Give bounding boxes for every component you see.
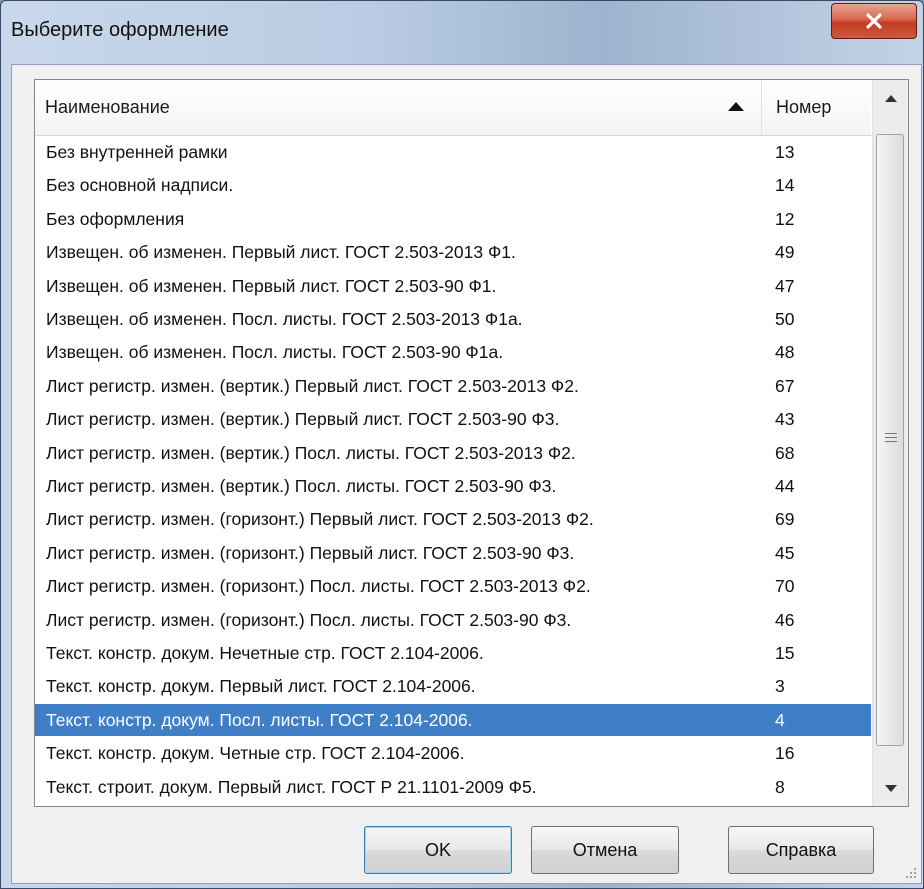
list-item-number: 46 xyxy=(775,609,795,630)
list-item[interactable]: Лист регистр. измен. (вертик.) Посл. лис… xyxy=(35,470,871,502)
list-item[interactable]: Лист регистр. измен. (горизонт.) Посл. л… xyxy=(35,604,871,636)
title-bar[interactable]: Выберите оформление xyxy=(1,1,923,65)
list-item-name: Извещен. об изменен. Первый лист. ГОСТ 2… xyxy=(46,242,516,263)
list-item[interactable]: Текст. констр. докум. Нечетные стр. ГОСТ… xyxy=(35,637,871,669)
list-item-number: 69 xyxy=(775,509,795,530)
list-item[interactable]: Лист регистр. измен. (горизонт.) Посл. л… xyxy=(35,570,871,602)
list-item-number: 44 xyxy=(775,476,795,496)
list-item-number: 43 xyxy=(775,409,795,430)
list-item-number: 67 xyxy=(775,375,795,396)
list-item-name: Лист регистр. измен. (горизонт.) Посл. л… xyxy=(46,576,591,597)
column-header-number[interactable]: Номер xyxy=(762,80,871,135)
list-header: Наименование Номер xyxy=(35,80,871,136)
list-item-name: Лист регистр. измен. (вертик.) Первый ли… xyxy=(46,375,579,396)
list-item-name: Лист регистр. измен. (горизонт.) Первый … xyxy=(46,542,575,563)
dialog-client-area: Наименование Номер Без внутренней рамки 1… xyxy=(11,64,922,884)
list-item-name: Текст. строит. докум. Первый лист. ГОСТ … xyxy=(46,776,537,797)
sort-up-icon xyxy=(728,102,744,111)
list-item-number: 50 xyxy=(775,309,795,329)
list-item-name: Извещен. об изменен. Посл. листы. ГОСТ 2… xyxy=(46,309,523,329)
list-item-number: 14 xyxy=(775,175,795,196)
list-item[interactable]: Извещен. об изменен. Первый лист. ГОСТ 2… xyxy=(35,236,871,268)
list-item-name: Лист регистр. измен. (вертик.) Первый ли… xyxy=(46,409,560,430)
design-list[interactable]: Наименование Номер Без внутренней рамки 1… xyxy=(34,79,909,807)
list-item[interactable]: Извещен. об изменен. Посл. листы. ГОСТ 2… xyxy=(35,303,871,335)
list-item-name: Текст. констр. докум. Посл. листы. ГОСТ … xyxy=(46,709,473,730)
list-item[interactable]: Лист регистр. измен. (горизонт.) Первый … xyxy=(35,537,871,569)
list-item-name: Лист регистр. измен. (вертик.) Посл. лис… xyxy=(46,476,557,496)
vertical-scrollbar[interactable] xyxy=(872,80,908,806)
list-item[interactable]: Извещен. об изменен. Первый лист. ГОСТ 2… xyxy=(35,270,871,302)
list-item-number: 3 xyxy=(775,676,785,697)
list-item[interactable]: Лист регистр. измен. (вертик.) Посл. лис… xyxy=(35,437,871,469)
close-button[interactable] xyxy=(831,3,917,39)
list-item-number: 70 xyxy=(775,576,795,597)
close-x-icon xyxy=(866,13,882,29)
list-item[interactable]: Лист регистр. измен. (вертик.) Первый ли… xyxy=(35,403,871,435)
list-item-number: 68 xyxy=(775,442,795,463)
list-item-name: Текст. констр. докум. Четные стр. ГОСТ 2… xyxy=(46,743,465,764)
resize-grip-icon[interactable] xyxy=(904,866,918,880)
list-item[interactable]: Без основной надписи. 14 xyxy=(35,169,871,201)
list-item[interactable]: Лист регистр. измен. (горизонт.) Первый … xyxy=(35,503,871,535)
list-item[interactable]: Текст. констр. докум. Посл. листы. ГОСТ … xyxy=(35,703,871,736)
column-header-name-label: Наименование xyxy=(45,97,170,117)
dialog-window: Выберите оформление Наименование Номер Б… xyxy=(0,0,924,889)
cancel-button[interactable]: Отмена xyxy=(531,826,679,874)
scroll-up-button[interactable] xyxy=(873,80,908,116)
list-item-name: Текст. констр. докум. Нечетные стр. ГОСТ… xyxy=(46,643,484,663)
list-rows: Без внутренней рамки 13 Без основной надпи… xyxy=(35,136,871,806)
list-item-number: 8 xyxy=(775,776,785,797)
column-header-number-label: Номер xyxy=(776,97,832,117)
list-item-number: 49 xyxy=(775,242,795,263)
ok-button[interactable]: OK xyxy=(364,826,512,874)
list-item-name: Текст. констр. докум. Первый лист. ГОСТ … xyxy=(46,676,476,697)
list-item-name: Без внутренней рамки xyxy=(46,142,228,162)
list-item-number: 45 xyxy=(775,542,795,563)
list-item[interactable]: Текст. строит. докум. Первый лист. ГОСТ … xyxy=(35,771,871,803)
grip-icon xyxy=(885,433,897,445)
list-item-name: Лист регистр. измен. (горизонт.) Первый … xyxy=(46,509,594,530)
list-item-name: Без оформления xyxy=(46,208,185,229)
scroll-down-arrow-icon xyxy=(885,784,897,792)
list-item-name: Лист регистр. измен. (вертик.) Посл. лис… xyxy=(46,442,576,463)
scrollbar-thumb[interactable] xyxy=(876,134,904,746)
list-item-number: 15 xyxy=(775,643,795,663)
list-item[interactable]: Текст. констр. докум. Первый лист. ГОСТ … xyxy=(35,670,871,702)
list-item-name: Лист регистр. измен. (горизонт.) Посл. л… xyxy=(46,609,572,630)
list-item-number: 47 xyxy=(775,275,795,296)
list-item[interactable]: Без внутренней рамки 13 xyxy=(35,136,871,168)
window-title: Выберите оформление xyxy=(11,19,229,41)
list-item-number: 16 xyxy=(775,743,795,764)
list-item[interactable]: Без оформления 12 xyxy=(35,203,871,235)
list-item-number: 12 xyxy=(775,208,795,229)
help-button[interactable]: Справка xyxy=(728,826,874,874)
list-item-number: 4 xyxy=(775,709,785,730)
scroll-down-button[interactable] xyxy=(873,770,908,806)
list-item-name: Без основной надписи. xyxy=(46,175,234,196)
list-item-name: Извещен. об изменен. Посл. листы. ГОСТ 2… xyxy=(46,342,504,363)
column-header-name[interactable]: Наименование xyxy=(35,80,762,135)
list-item-number: 48 xyxy=(775,342,795,363)
scroll-up-arrow-icon xyxy=(885,94,897,102)
list-item-number: 13 xyxy=(775,142,795,162)
list-item-name: Извещен. об изменен. Первый лист. ГОСТ 2… xyxy=(46,275,497,296)
list-item[interactable]: Извещен. об изменен. Посл. листы. ГОСТ 2… xyxy=(35,336,871,368)
list-item[interactable]: Текст. констр. докум. Четные стр. ГОСТ 2… xyxy=(35,737,871,769)
list-item[interactable]: Лист регистр. измен. (вертик.) Первый ли… xyxy=(35,370,871,402)
